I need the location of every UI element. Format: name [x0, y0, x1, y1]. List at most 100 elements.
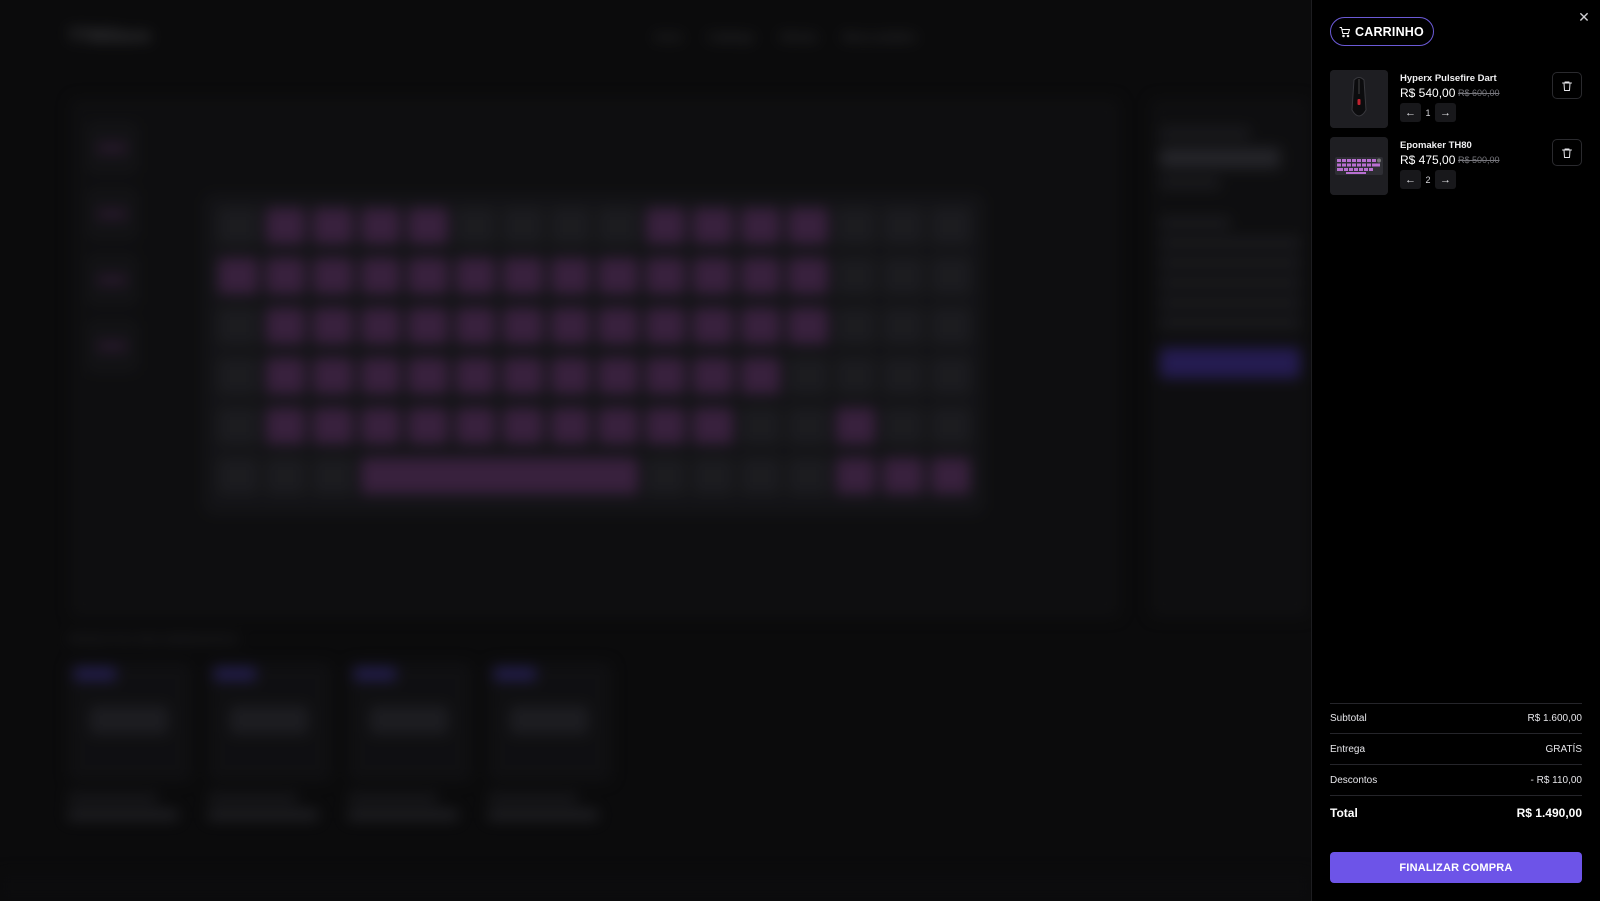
keyboard-key — [788, 458, 828, 494]
keyboard-key — [835, 258, 875, 294]
product-card — [488, 662, 612, 820]
keyboard-key — [218, 308, 258, 344]
discount-label: Descontos — [1330, 774, 1378, 786]
keyboard-key — [265, 458, 305, 494]
keyboard-key — [693, 208, 733, 244]
keyboard-key — [740, 458, 780, 494]
keyboard-key — [883, 458, 923, 494]
background-keyboard-image — [204, 194, 984, 514]
quantity-value: 2 — [1425, 174, 1431, 185]
total-value: R$ 1.490,00 — [1516, 806, 1582, 820]
placeholder-line — [1160, 238, 1300, 248]
product-card — [348, 662, 472, 820]
placeholder-line — [1160, 298, 1300, 308]
item-old-price: R$ 600,00 — [1458, 88, 1500, 98]
keyboard-key — [455, 408, 495, 444]
keyboard-key — [693, 258, 733, 294]
keyboard-key — [835, 358, 875, 394]
keyboard-key — [313, 358, 353, 394]
keyboard-key — [503, 408, 543, 444]
keyboard-key — [218, 258, 258, 294]
keyboard-key — [408, 258, 448, 294]
keyboard-key — [550, 408, 590, 444]
keyboard-key — [693, 458, 733, 494]
keyboard-key — [550, 208, 590, 244]
keyboard-key — [313, 258, 353, 294]
increase-arrow-icon[interactable]: → — [1435, 103, 1456, 122]
remove-item-button[interactable] — [1552, 139, 1582, 166]
keyboard-key — [645, 208, 685, 244]
trash-icon — [1562, 148, 1572, 158]
keyboard-key — [645, 408, 685, 444]
thumbnail — [86, 254, 138, 306]
keyboard-key — [408, 308, 448, 344]
keyboard-key — [883, 308, 923, 344]
keyboard-key — [265, 358, 305, 394]
background-footer — [0, 872, 1310, 901]
keyboard-key — [455, 358, 495, 394]
keyboard-key — [313, 408, 353, 444]
checkout-button[interactable]: FINALIZAR COMPRA — [1330, 852, 1582, 883]
keyboard-key — [930, 258, 970, 294]
keyboard-key — [883, 208, 923, 244]
placeholder-line — [1160, 318, 1300, 328]
decrease-arrow-icon[interactable]: ← — [1400, 170, 1421, 189]
item-old-price: R$ 500,00 — [1458, 155, 1500, 165]
keyboard-key — [455, 258, 495, 294]
keyboard-key — [883, 408, 923, 444]
background-thumbnails — [86, 122, 138, 372]
keyboard-key — [740, 208, 780, 244]
keyboard-key — [740, 308, 780, 344]
keyboard-key — [693, 308, 733, 344]
keyboard-key — [835, 308, 875, 344]
keyboard-key — [740, 258, 780, 294]
keyboard-key — [835, 458, 875, 494]
subtotal-label: Subtotal — [1330, 713, 1367, 724]
keyboard-key — [788, 308, 828, 344]
increase-arrow-icon[interactable]: → — [1435, 170, 1456, 189]
placeholder-price — [1160, 148, 1280, 168]
keyboard-key — [740, 408, 780, 444]
keyboard-key — [503, 258, 543, 294]
keyboard-key — [693, 358, 733, 394]
keyboard-key — [218, 408, 258, 444]
quantity-stepper: ← 2 → — [1400, 170, 1456, 189]
keyboard-key — [408, 358, 448, 394]
keyboard-key — [835, 208, 875, 244]
item-name: Epomaker TH80 — [1400, 140, 1472, 151]
close-icon[interactable]: ✕ — [1576, 9, 1592, 25]
decrease-arrow-icon[interactable]: ← — [1400, 103, 1421, 122]
keyboard-key — [265, 308, 305, 344]
keyboard-key — [408, 408, 448, 444]
keyboard-key — [455, 208, 495, 244]
placeholder-button — [1160, 348, 1300, 378]
keyboard-key — [788, 258, 828, 294]
keyboard-key — [503, 208, 543, 244]
keyboard-key — [360, 258, 400, 294]
cart-title: CARRINHO — [1330, 17, 1434, 46]
keyboard-key — [598, 358, 638, 394]
keyboard-key — [313, 458, 353, 494]
subtotal-value: R$ 1.600,00 — [1527, 713, 1583, 724]
product-image-keyboard — [1330, 137, 1388, 195]
remove-item-button[interactable] — [1552, 72, 1582, 99]
keyboard-key — [788, 408, 828, 444]
placeholder-line — [1160, 178, 1220, 188]
recommended-products — [68, 662, 612, 820]
keyboard-key — [218, 358, 258, 394]
keyboard-key — [550, 258, 590, 294]
keyboard-key — [218, 458, 258, 494]
total-label: Total — [1330, 806, 1358, 820]
keyboard-key — [313, 208, 353, 244]
keyboard-key — [503, 358, 543, 394]
subtotal-row: Subtotal R$ 1.600,00 — [1330, 703, 1582, 734]
keyboard-key — [930, 408, 970, 444]
keyboard-key — [598, 308, 638, 344]
thumbnail — [86, 122, 138, 174]
keyboard-key — [598, 408, 638, 444]
keyboard-key — [550, 358, 590, 394]
store-logo: TTMStore — [68, 26, 151, 46]
background-product-gallery — [70, 98, 1120, 618]
nav-item-ofertas: Ofertas — [778, 30, 819, 44]
keyboard-key — [550, 308, 590, 344]
